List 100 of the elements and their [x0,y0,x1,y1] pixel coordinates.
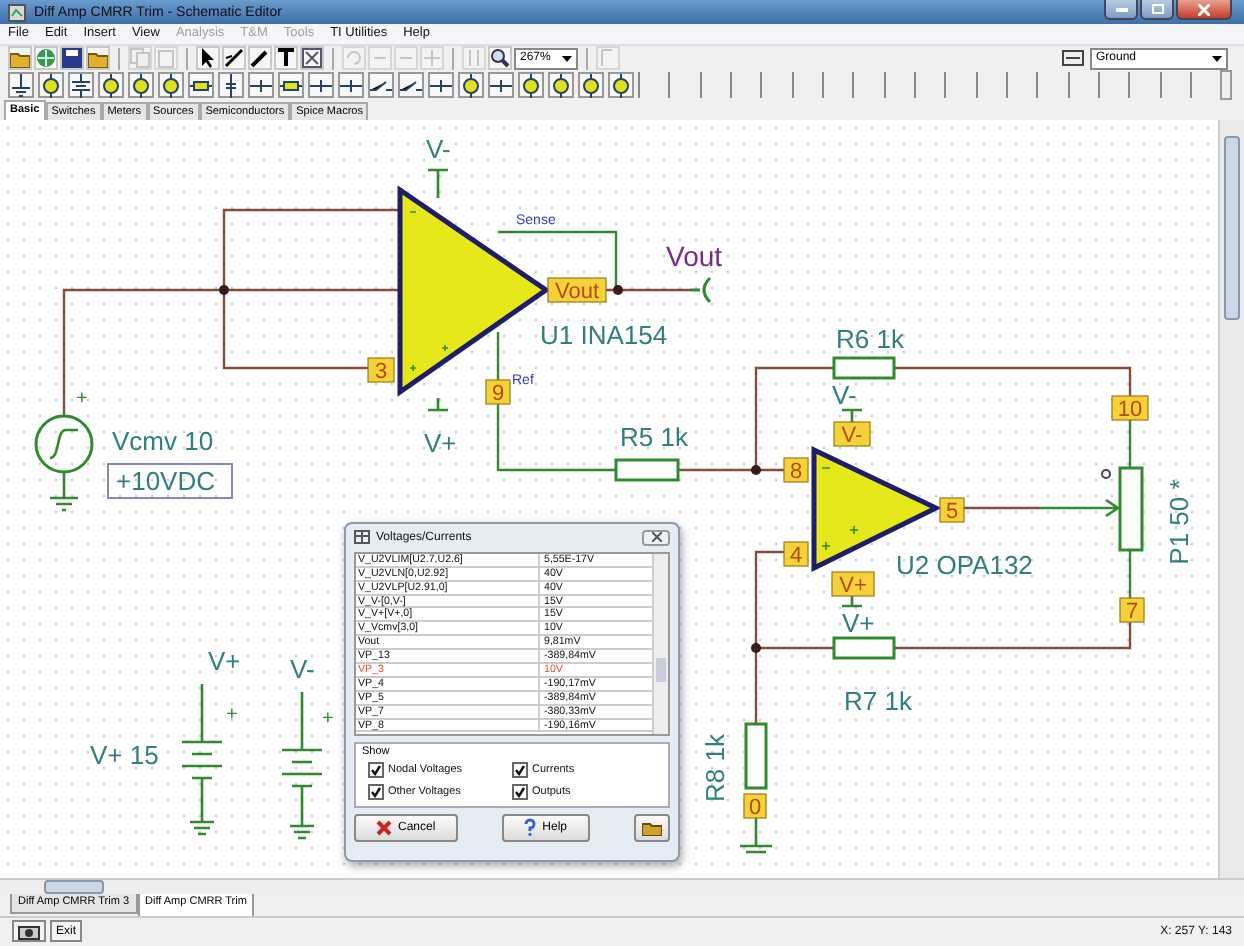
component-button[interactable] [518,72,544,99]
rotate-icon [344,48,364,69]
magnifier-icon [490,48,510,69]
component-button[interactable] [68,72,94,99]
source-icon [550,73,572,98]
schematic-label: Vcmv 10 [112,425,214,456]
pin-label: 9 [485,379,511,406]
maximize-icon [1151,4,1163,14]
component-button[interactable] [128,72,154,99]
schematic-label: V+ [424,427,457,458]
schematic-label: V- [832,379,857,410]
junction-dot [219,284,229,295]
source-icon [100,73,122,98]
schematic-label: R8 1k [700,733,730,802]
junction-dot [751,464,761,475]
resistor-drawing [832,356,896,380]
close-icon [651,532,661,543]
question-icon [524,818,537,837]
source-icon [130,73,152,98]
schematic-label: + [76,387,88,410]
schematic-label: V+ 15 [90,739,159,770]
schematic-label: R5 1k [620,421,688,452]
component-button[interactable] [608,72,634,99]
ground-icon [10,73,32,98]
component-button[interactable] [488,72,514,99]
pencil-button[interactable] [248,46,272,71]
output-connector-icon [688,276,712,304]
scrollbar[interactable] [652,553,668,734]
globe-icon [36,48,56,69]
component-button[interactable] [218,72,244,99]
capacitor-icon [220,73,242,98]
table-icon [354,530,370,545]
pin-label: 4 [783,541,809,568]
pin-label: 10 [1111,395,1149,422]
folder-icon [10,49,30,68]
resistor-drawing [832,636,896,660]
component-icon [1062,50,1084,67]
schematic-label: R7 1k [844,685,912,716]
plus-icon [422,48,442,69]
component-button[interactable] [38,72,64,99]
close-icon [1198,3,1210,15]
schematic-label: Vout [666,239,723,272]
pin-label: 8 [783,457,809,484]
wire-icon [224,48,244,69]
source-icon [160,73,182,98]
component-button[interactable] [158,72,184,99]
pin-label: 7 [1119,597,1145,624]
select-button[interactable] [196,46,220,71]
component-button[interactable] [368,72,394,99]
open-button[interactable] [86,46,110,71]
component-button[interactable] [548,72,574,99]
close-button[interactable] [1176,0,1232,20]
maximize-button[interactable] [1140,0,1174,20]
pin-label: 5 [939,497,965,524]
component-button[interactable] [278,72,304,99]
copy-icon [130,48,150,69]
component-button[interactable] [98,72,124,99]
text-button[interactable] [274,46,298,71]
supply-terminal [840,594,864,607]
component-button[interactable] [398,72,424,99]
camera-icon [18,923,40,940]
dropdown-arrow-icon [562,55,572,62]
delete-button[interactable] [300,46,324,71]
source-icon [40,73,62,98]
open-button[interactable] [8,46,32,71]
vertical-scrollbar[interactable] [1218,119,1244,878]
minimize-icon [1115,6,1127,12]
delete-icon [302,48,322,69]
zoom-button[interactable] [488,46,512,71]
save-icon [62,48,82,69]
wire-button[interactable] [222,46,246,71]
source-icon [460,73,482,98]
close-button[interactable] [642,529,670,546]
export-button[interactable] [634,813,670,842]
text-tool-icon [276,48,296,69]
pin-label: V- [833,421,871,448]
schematic-label: V- [290,653,315,684]
component-button[interactable] [428,72,454,99]
component-button[interactable] [308,72,334,99]
source-icon [520,73,542,98]
schematic-label: V+ [208,645,241,676]
minimize-button[interactable] [1104,0,1138,20]
component-button[interactable] [8,72,34,99]
component-button[interactable] [338,72,364,99]
x-mark-icon [376,819,392,836]
junction-dot [613,284,623,295]
source-icon [610,73,632,98]
component-button[interactable] [248,72,274,99]
schematic-label: V+ [842,607,875,638]
pencil-icon [250,48,270,69]
pointer-icon [200,48,216,69]
component-button[interactable] [458,72,484,99]
save-button[interactable] [60,46,84,71]
component-button[interactable] [578,72,604,99]
schematic-label: + [226,703,238,726]
schematic-label: P1 50 * [1164,479,1194,565]
component-button[interactable] [188,72,214,99]
pin-label: V+ [831,571,875,598]
camera-button[interactable] [12,920,46,943]
ground-drawing [738,814,774,853]
